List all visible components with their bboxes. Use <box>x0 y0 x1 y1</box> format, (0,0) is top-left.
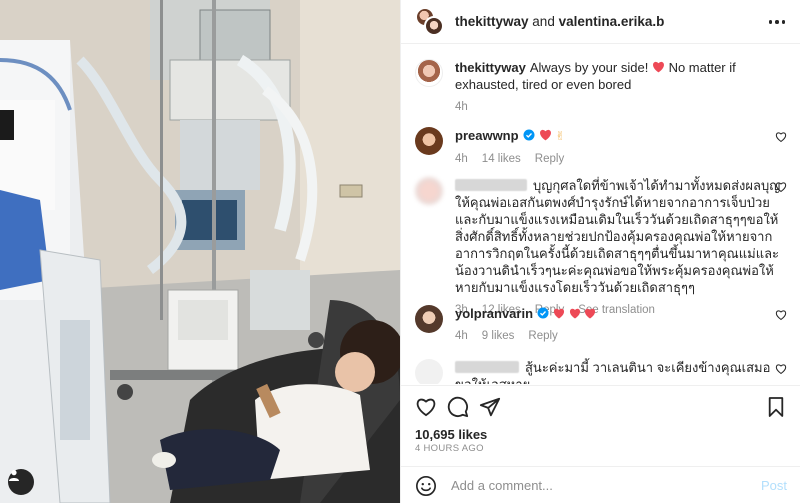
caption-meta: 4h <box>455 99 787 116</box>
comment-body: บุญกุศลใดที่ข้าพเจ้าได้ทำมาทั้งหมดส่งผลบ… <box>455 177 787 319</box>
hospital-scene-image <box>0 0 400 503</box>
blurred-username[interactable] <box>455 179 527 191</box>
add-comment-input[interactable] <box>451 478 741 493</box>
comment-item: preawwnp ✌ 4h 14 likes Reply <box>415 127 787 168</box>
header-user1-link[interactable]: thekittyway <box>455 14 529 29</box>
avatar[interactable] <box>415 177 443 205</box>
victory-hand-emoji-icon: ✌ <box>555 129 566 143</box>
post-button[interactable]: Post <box>761 478 787 493</box>
reply-button[interactable]: Reply <box>535 151 564 168</box>
header-user2-link[interactable]: valentina.erika.b <box>559 14 665 29</box>
comment-meta: 4h 14 likes Reply <box>455 151 787 168</box>
caption-time: 4h <box>455 101 468 113</box>
verified-badge-icon <box>523 129 535 141</box>
comments-list[interactable]: thekittyway Always by your side! No matte… <box>401 45 800 384</box>
bookmark-icon[interactable] <box>763 394 789 420</box>
comment-item: yolpranvarin 4h 9 likes Reply <box>415 305 787 345</box>
comment-likes[interactable]: 9 likes <box>482 328 515 345</box>
avatar[interactable] <box>415 305 443 333</box>
caption-item: thekittyway Always by your side! No matte… <box>415 59 787 116</box>
caption-body: thekittyway Always by your side! No matte… <box>455 59 787 116</box>
send-icon[interactable] <box>477 394 503 420</box>
action-icons-row <box>415 394 787 422</box>
tagged-users-icon[interactable] <box>8 469 34 495</box>
blurred-username[interactable] <box>455 361 519 373</box>
red-heart-emoji-icon <box>539 129 551 141</box>
comment-likes[interactable]: 14 likes <box>482 151 521 168</box>
comment-item: บุญกุศลใดที่ข้าพเจ้าได้ทำมาทั้งหมดส่งผลบ… <box>415 177 787 319</box>
instagram-post-view: thekittyway and valentina.erika.b thekit… <box>0 0 800 503</box>
post-timestamp: 4 HOURS AGO <box>415 443 484 454</box>
comment-text: บุญกุศลใดที่ข้าพเจ้าได้ทำมาทั้งหมดส่งผลบ… <box>455 178 781 295</box>
add-comment-bar: Post <box>401 466 800 503</box>
verified-badge-icon <box>537 307 549 319</box>
red-heart-emoji-icon <box>652 61 664 73</box>
header-conjunction: and <box>532 14 555 29</box>
avatar[interactable] <box>415 359 443 384</box>
red-heart-emoji-icon <box>553 308 565 319</box>
comment-username[interactable]: yolpranvarin <box>455 306 533 321</box>
comment-body: preawwnp ✌ 4h 14 likes Reply <box>455 127 787 168</box>
comment-item: สู้นะค่ะมามี้ วาเลนตินา จะเคียงข้างคุณเส… <box>415 359 787 384</box>
caption-text: Always by your side! <box>529 60 649 75</box>
red-heart-emoji-icon <box>585 308 596 319</box>
caption-username[interactable]: thekittyway <box>455 60 526 75</box>
comment-time: 4h <box>455 330 468 342</box>
comment-meta: 4h 9 likes Reply <box>455 328 787 345</box>
post-photo[interactable] <box>0 0 400 503</box>
like-comment-heart-icon[interactable] <box>775 309 787 321</box>
avatar[interactable] <box>415 127 443 155</box>
comment-icon[interactable] <box>445 394 471 420</box>
avatar[interactable] <box>415 59 443 87</box>
collab-avatars[interactable] <box>415 6 445 37</box>
comment-body: สู้นะค่ะมามี้ วาเลนตินา จะเคียงข้างคุณเส… <box>455 359 787 384</box>
user-silhouette-icon <box>9 470 19 481</box>
comment-body: yolpranvarin 4h 9 likes Reply <box>455 305 787 345</box>
avatar <box>424 15 444 36</box>
red-heart-emoji-icon <box>569 308 580 319</box>
post-header: thekittyway and valentina.erika.b <box>401 0 800 44</box>
like-comment-heart-icon[interactable] <box>775 181 787 193</box>
more-options-icon[interactable] <box>767 12 787 32</box>
header-usernames: thekittyway and valentina.erika.b <box>455 14 664 29</box>
emoji-picker-icon[interactable] <box>415 475 437 497</box>
like-comment-heart-icon[interactable] <box>775 131 787 143</box>
comment-time: 4h <box>455 153 468 165</box>
like-comment-heart-icon[interactable] <box>775 363 787 375</box>
heart-icon[interactable] <box>413 394 439 420</box>
reply-button[interactable]: Reply <box>528 328 557 345</box>
post-sidebar: thekittyway and valentina.erika.b thekit… <box>400 0 800 503</box>
comment-username[interactable]: preawwnp <box>455 128 519 143</box>
post-actions: 10,695 likes 4 HOURS AGO Post <box>401 385 800 503</box>
likes-count[interactable]: 10,695 likes <box>415 427 487 442</box>
